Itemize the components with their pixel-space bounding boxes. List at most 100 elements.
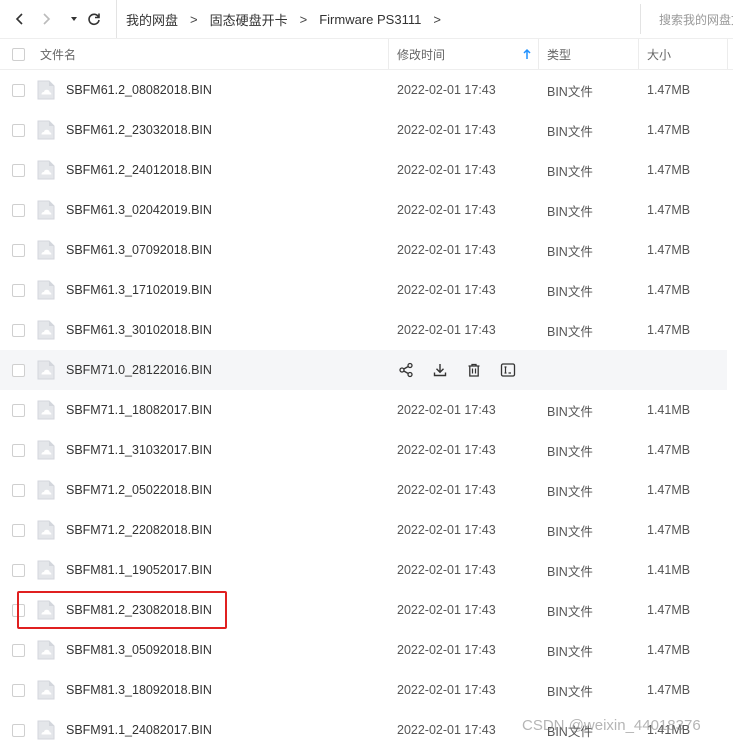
file-type: BIN文件 [547,564,593,579]
back-button[interactable] [10,9,30,29]
file-row[interactable]: SBFM71.0_28122016.BIN [0,350,727,390]
row-checkbox[interactable] [12,684,25,697]
file-modified: 2022-02-01 17:43 [397,163,496,177]
file-row[interactable]: SBFM61.3_17102019.BIN 2022-02-01 17:43 BIN… [0,270,727,310]
file-row[interactable]: SBFM61.3_02042019.BIN 2022-02-01 17:43 BIN… [0,190,727,230]
file-row[interactable]: SBFM71.1_31032017.BIN 2022-02-01 17:43 BIN… [0,430,727,470]
row-checkbox[interactable] [12,324,25,337]
column-type[interactable]: 类型 [547,39,571,69]
file-modified: 2022-02-01 17:43 [397,683,496,697]
column-name[interactable]: 文件名 [40,39,76,69]
column-divider[interactable] [638,39,639,69]
row-checkbox[interactable] [12,364,25,377]
row-actions [396,360,532,380]
file-name[interactable]: SBFM81.1_19052017.BIN [66,550,212,590]
row-checkbox[interactable] [12,644,25,657]
file-type: BIN文件 [547,204,593,219]
file-name[interactable]: SBFM61.3_07092018.BIN [66,230,212,270]
refresh-icon [88,13,100,26]
file-icon [37,480,55,500]
row-checkbox[interactable] [12,284,25,297]
top-toolbar: 我的网盘 > 固态硬盘开卡 > Firmware PS3111 > 搜索我的网盘… [0,0,733,38]
rename-button[interactable] [498,360,518,380]
file-name[interactable]: SBFM91.1_24082017.BIN [66,710,212,750]
file-icon [37,240,55,260]
file-row[interactable]: SBFM81.3_05092018.BIN 2022-02-01 17:43 BIN… [0,630,727,670]
download-button[interactable] [430,360,450,380]
history-dropdown[interactable] [64,9,84,29]
breadcrumb-item-root[interactable]: 我的网盘 [126,10,178,29]
file-name[interactable]: SBFM81.3_05092018.BIN [66,630,212,670]
file-modified: 2022-02-01 17:43 [397,403,496,417]
breadcrumb-item-folder[interactable]: 固态硬盘开卡 [210,10,288,29]
file-row[interactable]: SBFM71.2_05022018.BIN 2022-02-01 17:43 BIN… [0,470,727,510]
file-type: BIN文件 [547,124,593,139]
rename-icon [500,362,516,378]
share-icon [398,362,414,378]
row-checkbox[interactable] [12,244,25,257]
delete-button[interactable] [464,360,484,380]
column-modified[interactable]: 修改时间 [397,39,445,69]
column-divider[interactable] [727,39,728,69]
file-row[interactable]: SBFM71.2_22082018.BIN 2022-02-01 17:43 BIN… [0,510,727,550]
file-name[interactable]: SBFM61.2_23032018.BIN [66,110,212,150]
file-name[interactable]: SBFM61.2_24012018.BIN [66,150,212,190]
row-checkbox[interactable] [12,84,25,97]
file-row[interactable]: SBFM61.2_24012018.BIN 2022-02-01 17:43 BIN… [0,150,727,190]
file-name[interactable]: SBFM61.2_08082018.BIN [66,70,212,110]
file-row[interactable]: SBFM61.3_07092018.BIN 2022-02-01 17:43 BIN… [0,230,727,270]
file-name[interactable]: SBFM61.3_17102019.BIN [66,270,212,310]
file-modified: 2022-02-01 17:43 [397,563,496,577]
row-checkbox[interactable] [12,124,25,137]
file-name[interactable]: SBFM71.1_31032017.BIN [66,430,212,470]
row-checkbox[interactable] [12,404,25,417]
file-size: 1.47MB [647,163,691,177]
row-checkbox[interactable] [12,484,25,497]
column-size[interactable]: 大小 [647,39,671,69]
file-size: 1.47MB [647,323,691,337]
download-icon [432,362,448,378]
file-type: BIN文件 [547,684,593,699]
file-row[interactable]: SBFM81.1_19052017.BIN 2022-02-01 17:43 BIN… [0,550,727,590]
file-name[interactable]: SBFM61.3_30102018.BIN [66,310,212,350]
row-checkbox[interactable] [12,524,25,537]
row-checkbox[interactable] [12,724,25,737]
file-size: 1.47MB [647,603,691,617]
file-list-header: 文件名 修改时间 类型 大小 [0,38,733,70]
breadcrumb-item-current[interactable]: Firmware PS3111 [319,12,421,27]
refresh-button[interactable] [84,9,104,29]
file-name[interactable]: SBFM71.2_22082018.BIN [66,510,212,550]
sort-ascending-button[interactable] [522,39,532,69]
file-type: BIN文件 [547,484,593,499]
file-row[interactable]: SBFM61.3_30102018.BIN 2022-02-01 17:43 BIN… [0,310,727,350]
file-row[interactable]: SBFM61.2_23032018.BIN 2022-02-01 17:43 BIN… [0,110,727,150]
file-name[interactable]: SBFM61.3_02042019.BIN [66,190,212,230]
file-name[interactable]: SBFM71.1_18082017.BIN [66,390,212,430]
row-checkbox[interactable] [12,204,25,217]
row-checkbox[interactable] [12,164,25,177]
file-icon [37,640,55,660]
share-button[interactable] [396,360,416,380]
file-size: 1.47MB [647,683,691,697]
search-input[interactable]: 搜索我的网盘文 [640,4,733,34]
column-divider[interactable] [388,39,389,69]
file-icon [37,440,55,460]
file-type: BIN文件 [547,604,593,619]
file-row[interactable]: SBFM81.3_18092018.BIN 2022-02-01 17:43 BIN… [0,670,727,710]
file-name[interactable]: SBFM71.0_28122016.BIN [66,350,212,390]
watermark: CSDN @weixin_44018376 [522,717,701,734]
row-checkbox[interactable] [12,564,25,577]
file-size: 1.41MB [647,563,691,577]
delete-icon [466,362,482,378]
file-name[interactable]: SBFM81.3_18092018.BIN [66,670,212,710]
column-divider[interactable] [538,39,539,69]
breadcrumb-separator: > [433,11,441,27]
file-name[interactable]: SBFM71.2_05022018.BIN [66,470,212,510]
file-row[interactable]: SBFM61.2_08082018.BIN 2022-02-01 17:43 BIN… [0,70,727,110]
file-size: 1.47MB [647,523,691,537]
select-all-checkbox[interactable] [12,48,25,61]
file-row[interactable]: SBFM71.1_18082017.BIN 2022-02-01 17:43 BIN… [0,390,727,430]
row-checkbox[interactable] [12,444,25,457]
forward-button[interactable] [36,9,56,29]
file-modified: 2022-02-01 17:43 [397,643,496,657]
